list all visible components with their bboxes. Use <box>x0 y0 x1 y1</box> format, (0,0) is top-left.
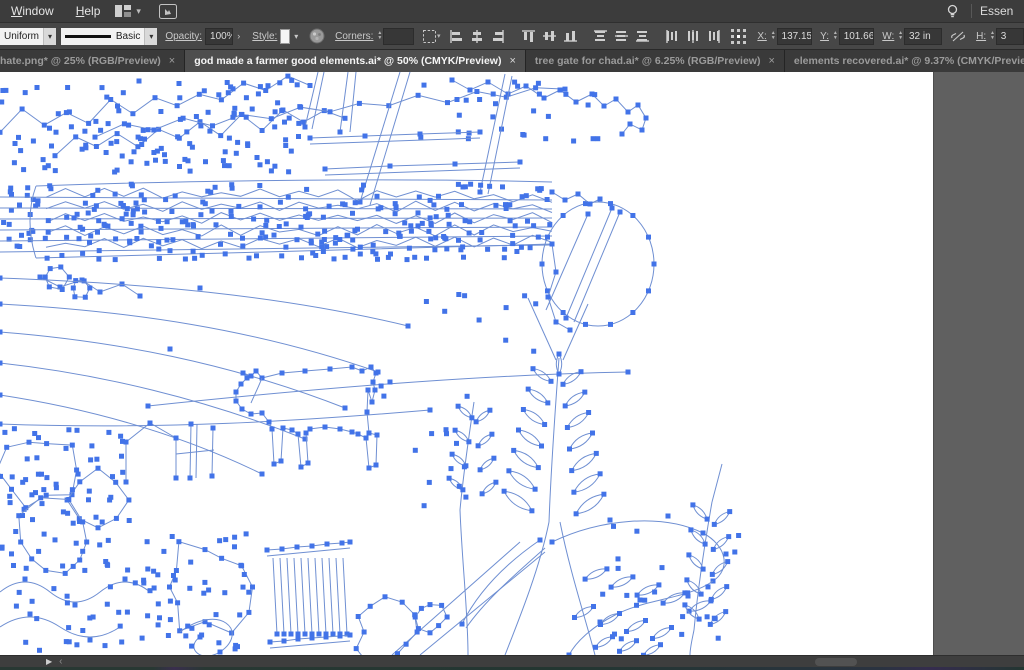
document-tab[interactable]: god made a farmer good elements.ai* @ 50… <box>185 50 526 72</box>
tab-title: tree gate for chad.ai* @ 6.25% (RGB/Prev… <box>534 55 761 67</box>
close-tab-icon[interactable]: × <box>509 55 515 67</box>
close-tab-icon[interactable]: × <box>768 55 774 67</box>
chevron-down-icon[interactable]: ▾ <box>290 32 302 41</box>
distribute-bottom-icon[interactable] <box>634 27 651 45</box>
lightbulb-icon[interactable] <box>942 0 963 22</box>
align-left-icon[interactable] <box>448 27 465 45</box>
workspace-name[interactable]: Essen <box>980 4 1024 18</box>
chevron-down-icon[interactable]: ▾ <box>135 6 147 17</box>
distribute-right-icon[interactable] <box>706 27 723 45</box>
align-h-center-icon[interactable] <box>469 27 486 45</box>
recolor-artwork-icon[interactable] <box>307 26 327 46</box>
align-top-icon[interactable] <box>520 27 537 45</box>
stroke-profile-value: Uniform <box>0 27 44 45</box>
tab-title: elements recovered.ai* @ 9.37% (CMYK/Pre… <box>793 55 1024 67</box>
style-swatch[interactable] <box>280 28 291 44</box>
workspace-switcher-icon[interactable] <box>111 0 135 22</box>
play-arrow-icon[interactable]: ▶ <box>46 657 52 666</box>
distribute-v-center-icon[interactable] <box>613 27 630 45</box>
corners-field[interactable] <box>383 27 414 45</box>
menu-item-help[interactable]: Help <box>65 4 112 18</box>
distribute-left-icon[interactable] <box>664 27 681 45</box>
h-label[interactable]: H: <box>976 31 986 42</box>
distribute-top-icon[interactable] <box>592 27 609 45</box>
align-v-center-icon[interactable] <box>541 27 558 45</box>
tab-title: hate.png* @ 25% (RGB/Preview) <box>0 55 161 67</box>
scrollbar-thumb[interactable] <box>815 658 857 666</box>
align-group <box>448 27 723 45</box>
y-field[interactable]: 101.6695 in <box>838 27 875 45</box>
align-bottom-icon[interactable] <box>562 27 579 45</box>
prev-chevron-icon[interactable]: ‹ <box>59 656 62 667</box>
horizontal-scrollbar[interactable]: ▶ ‹ <box>0 655 1024 667</box>
stroke-preview <box>64 34 111 38</box>
corners-stepper[interactable]: ▲ ▼ <box>376 28 383 45</box>
divider <box>971 4 972 18</box>
opacity-arrow-icon[interactable]: › <box>233 31 244 41</box>
menu-items: Window Help <box>0 0 111 22</box>
h-field[interactable]: 3 <box>995 27 1024 45</box>
pasteboard[interactable] <box>933 72 1024 655</box>
h-stepper[interactable]: ▲ ▼ <box>989 28 996 45</box>
w-stepper[interactable]: ▲ ▼ <box>897 28 904 45</box>
close-tab-icon[interactable]: × <box>169 55 175 67</box>
brush-definition-dropdown[interactable]: Basic ▾ <box>60 27 158 45</box>
document-tab[interactable]: tree gate for chad.ai* @ 6.25% (RGB/Prev… <box>525 50 785 72</box>
menu-bar: Window Help ▾ Essen <box>0 0 1024 22</box>
corners-label[interactable]: Corners: <box>335 31 373 42</box>
distribute-h-center-icon[interactable] <box>685 27 702 45</box>
opacity-field[interactable]: 100% <box>205 27 234 45</box>
w-field[interactable]: 32 in <box>904 27 942 45</box>
align-right-icon[interactable] <box>490 27 507 45</box>
menu-item-window[interactable]: Window <box>0 4 65 18</box>
brush-definition-value: Basic <box>115 30 141 42</box>
style-label[interactable]: Style: <box>252 31 277 42</box>
document-tab[interactable]: elements recovered.ai* @ 9.37% (CMYK/Pre… <box>784 50 1024 72</box>
control-bar: Uniform ▾ Basic ▾ Opacity: 100% › Style:… <box>0 22 1024 50</box>
chevron-down-icon: ▾ <box>144 27 158 45</box>
illustrator-window: Window Help ▾ Essen Uniform ▾ Basic ▾ Op… <box>0 0 1024 670</box>
touch-hand-icon[interactable] <box>155 0 181 22</box>
x-label[interactable]: X: <box>757 31 766 42</box>
unlinked-dimensions-icon[interactable] <box>948 26 968 46</box>
canvas-area[interactable] <box>0 72 1024 655</box>
y-stepper[interactable]: ▲ ▼ <box>832 28 839 45</box>
x-field[interactable]: 137.1534 in <box>776 27 813 45</box>
chevron-down-icon: ▾ <box>43 27 57 45</box>
tab-title: god made a farmer good elements.ai* @ 50… <box>194 55 502 67</box>
opacity-label[interactable]: Opacity: <box>165 31 202 42</box>
document-tab-bar: hate.png* @ 25% (RGB/Preview) × god made a… <box>0 50 1024 72</box>
stroke-profile-dropdown[interactable]: Uniform ▾ <box>0 27 57 45</box>
w-label[interactable]: W: <box>882 31 894 42</box>
y-label[interactable]: Y: <box>820 31 829 42</box>
document-tab[interactable]: hate.png* @ 25% (RGB/Preview) × <box>0 50 186 72</box>
x-stepper[interactable]: ▲ ▼ <box>770 28 777 45</box>
artwork-svg[interactable] <box>0 72 933 655</box>
select-similar-options-icon[interactable]: ▾ <box>420 26 443 46</box>
reference-point-icon[interactable] <box>728 26 749 46</box>
